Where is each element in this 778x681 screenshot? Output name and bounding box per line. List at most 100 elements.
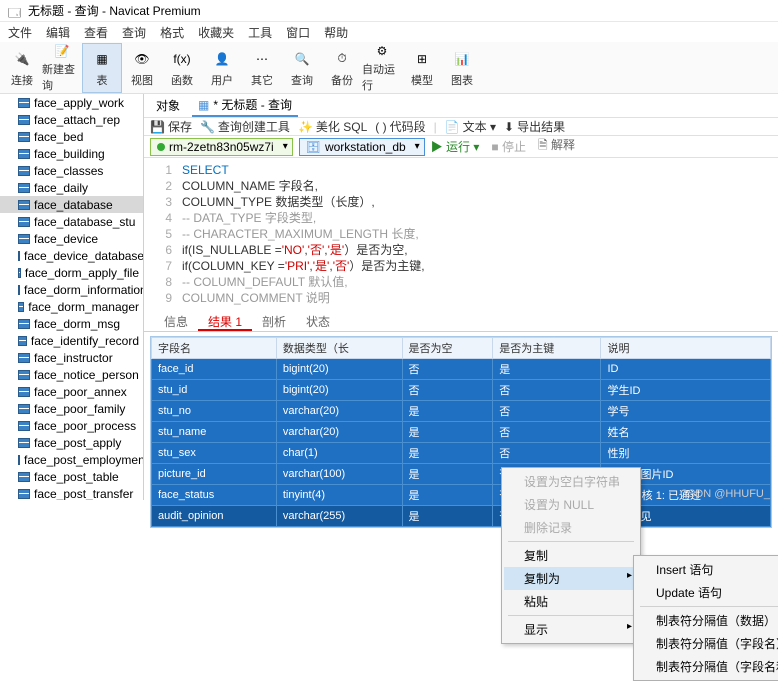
content: 对象▦* 无标题 - 查询 💾保存🔧查询创建工具✨美化 SQL( )代码段|📄文… [144,94,778,500]
rtab-信息[interactable]: 信息 [154,310,198,331]
main-area: face_apply_workface_attach_repface_bedfa… [0,94,778,500]
col-是否为主键[interactable]: 是否为主键 [493,338,601,359]
context-submenu[interactable]: Insert 语句Update 语句制表符分隔值（数据）制表符分隔值（字段名）制… [633,555,778,681]
result-grid[interactable]: 字段名数据类型（长是否为空是否为主键说明face_idbigint(20)否是I… [150,336,772,528]
menu-窗口[interactable]: 窗口 [286,24,310,41]
sidebar-item-face_classes[interactable]: face_classes [0,162,143,179]
sql-editor[interactable]: 1SELECT2 COLUMN_NAME 字段名,3 COLUMN_TYPE 数… [144,158,778,310]
col-是否为空[interactable]: 是否为空 [402,338,493,359]
menu-帮助[interactable]: 帮助 [324,24,348,41]
db-dropdown[interactable]: 🗄workstation_db [299,138,425,156]
sidebar-item-face_bed[interactable]: face_bed [0,128,143,145]
col-说明[interactable]: 说明 [601,338,771,359]
tool-用户[interactable]: 👤用户 [202,43,242,93]
mi-制表符分隔值（数据）[interactable]: 制表符分隔值（数据） [636,609,778,632]
mi-Update 语句[interactable]: Update 语句 [636,581,778,604]
context-menu[interactable]: 设置为空白字符串设置为 NULL删除记录复制复制为粘贴显示 [501,467,641,644]
sidebar-item-face_post_table[interactable]: face_post_table [0,468,143,485]
table-row[interactable]: picture_idvarchar(100)是否人脸库图片ID [152,464,771,485]
table-row[interactable]: face_statustinyint(4)是否0: 待审核 1: 已通过 [152,485,771,506]
tool-其它[interactable]: ⋯其它 [242,43,282,93]
server-dropdown[interactable]: rm-2zetn83n05wz7i [150,138,293,156]
mi-设置为 NULL: 设置为 NULL [504,493,638,516]
mi-粘贴[interactable]: 粘贴 [504,590,638,613]
menu-bar: 文件编辑查看查询格式收藏夹工具窗口帮助 [0,22,778,42]
table-icon [18,319,30,329]
explain-button[interactable]: 🗎 解释 [538,136,575,157]
menu-文件[interactable]: 文件 [8,24,32,41]
tool-表[interactable]: ▦表 [82,43,122,93]
sidebar-item-face_instructor[interactable]: face_instructor [0,349,143,366]
qt-查询创建工具[interactable]: 🔧查询创建工具 [200,118,290,135]
sidebar-item-face_poor_annex[interactable]: face_poor_annex [0,383,143,400]
qt-美化 SQL[interactable]: ✨美化 SQL [298,118,367,135]
table-row[interactable]: stu_sexchar(1)是否性别 [152,443,771,464]
mi-复制为[interactable]: 复制为 [504,567,638,590]
tool-模型[interactable]: ⊞模型 [402,43,442,93]
table-row[interactable]: stu_novarchar(20)是否学号 [152,401,771,422]
tool-连接[interactable]: 🔌连接 [2,43,42,93]
menu-查看[interactable]: 查看 [84,24,108,41]
tabs: 对象 ▦* 无标题 - 查询 [144,94,778,118]
sidebar-item-face_dorm_msg[interactable]: face_dorm_msg [0,315,143,332]
col-数据类型（长[interactable]: 数据类型（长 [276,338,402,359]
sidebar-item-face_building[interactable]: face_building [0,145,143,162]
tool-备份[interactable]: ⏱备份 [322,43,362,93]
tab[interactable]: 对象 [150,95,186,116]
sidebar-item-face_dorm_information[interactable]: face_dorm_information [0,281,143,298]
main-toolbar: 🔌连接📝新建查询▦表👁视图f(x)函数👤用户⋯其它🔍查询⏱备份⚙自动运行⊞模型📊… [0,42,778,94]
sidebar-item-face_post_employment[interactable]: face_post_employment [0,451,143,468]
qt-导出结果[interactable]: ⬇导出结果 [504,118,565,135]
tool-自动运行[interactable]: ⚙自动运行 [362,43,402,93]
sidebar-item-face_daily[interactable]: face_daily [0,179,143,196]
title-bar: 🗔 无标题 - 查询 - Navicat Premium [0,0,778,22]
menu-查询[interactable]: 查询 [122,24,146,41]
sidebar-item-face_apply_work[interactable]: face_apply_work [0,94,143,111]
mi-复制[interactable]: 复制 [504,544,638,567]
sidebar-item-face_device[interactable]: face_device [0,230,143,247]
sidebar-item-face_poor_process[interactable]: face_poor_process [0,417,143,434]
rtab-剖析[interactable]: 剖析 [252,310,296,331]
tool-新建查询[interactable]: 📝新建查询 [42,43,82,93]
qt-代码段[interactable]: ( )代码段 [375,118,425,135]
sidebar-item-face_dorm_apply_file[interactable]: face_dorm_apply_file [0,264,143,281]
menu-格式[interactable]: 格式 [160,24,184,41]
sidebar-item-face_poor_family[interactable]: face_poor_family [0,400,143,417]
sidebar-item-face_device_database[interactable]: face_device_database [0,247,143,264]
table-row[interactable]: audit_opinionvarchar(255)是否审核意见 [152,506,771,527]
table-row[interactable]: stu_idbigint(20)否否学生ID [152,380,771,401]
qt-保存[interactable]: 💾保存 [150,118,192,135]
rtab-结果 1[interactable]: 结果 1 [198,310,252,331]
sidebar-item-face_post_transfer[interactable]: face_post_transfer [0,485,143,500]
connection-bar: rm-2zetn83n05wz7i 🗄workstation_db ▶ 运行 ▾… [144,136,778,158]
mi-制表符分隔值（字段名）[interactable]: 制表符分隔值（字段名） [636,632,778,655]
sidebar-item-face_database[interactable]: face_database [0,196,143,213]
sidebar-item-face_identify_record[interactable]: face_identify_record [0,332,143,349]
run-button[interactable]: ▶ 运行 ▾ [431,138,480,155]
qt-文本 ▾[interactable]: 📄文本 ▾ [445,118,496,135]
tool-函数[interactable]: f(x)函数 [162,43,202,93]
menu-工具[interactable]: 工具 [248,24,272,41]
mi-Insert 语句[interactable]: Insert 语句 [636,558,778,581]
table-row[interactable]: stu_namevarchar(20)是否姓名 [152,422,771,443]
sidebar-item-face_notice_person[interactable]: face_notice_person [0,366,143,383]
tool-查询[interactable]: 🔍查询 [282,43,322,93]
tool-视图[interactable]: 👁视图 [122,43,162,93]
col-字段名[interactable]: 字段名 [152,338,277,359]
menu-收藏夹[interactable]: 收藏夹 [198,24,234,41]
table-icon [18,98,30,108]
tool-图表[interactable]: 📊图表 [442,43,482,93]
menu-编辑[interactable]: 编辑 [46,24,70,41]
mi-制表符分隔值（字段名和数据）[interactable]: 制表符分隔值（字段名和数据） [636,655,778,678]
sidebar-item-face_post_apply[interactable]: face_post_apply [0,434,143,451]
tab[interactable]: ▦* 无标题 - 查询 [192,94,298,117]
table-icon [18,489,30,499]
mi-显示[interactable]: 显示 [504,618,638,641]
stop-button[interactable]: ■ 停止 [491,138,526,155]
sidebar: face_apply_workface_attach_repface_bedfa… [0,94,144,500]
sidebar-item-face_database_stu[interactable]: face_database_stu [0,213,143,230]
sidebar-item-face_attach_rep[interactable]: face_attach_rep [0,111,143,128]
rtab-状态[interactable]: 状态 [296,310,340,331]
sidebar-item-face_dorm_manager[interactable]: face_dorm_manager [0,298,143,315]
table-row[interactable]: face_idbigint(20)否是ID [152,359,771,380]
